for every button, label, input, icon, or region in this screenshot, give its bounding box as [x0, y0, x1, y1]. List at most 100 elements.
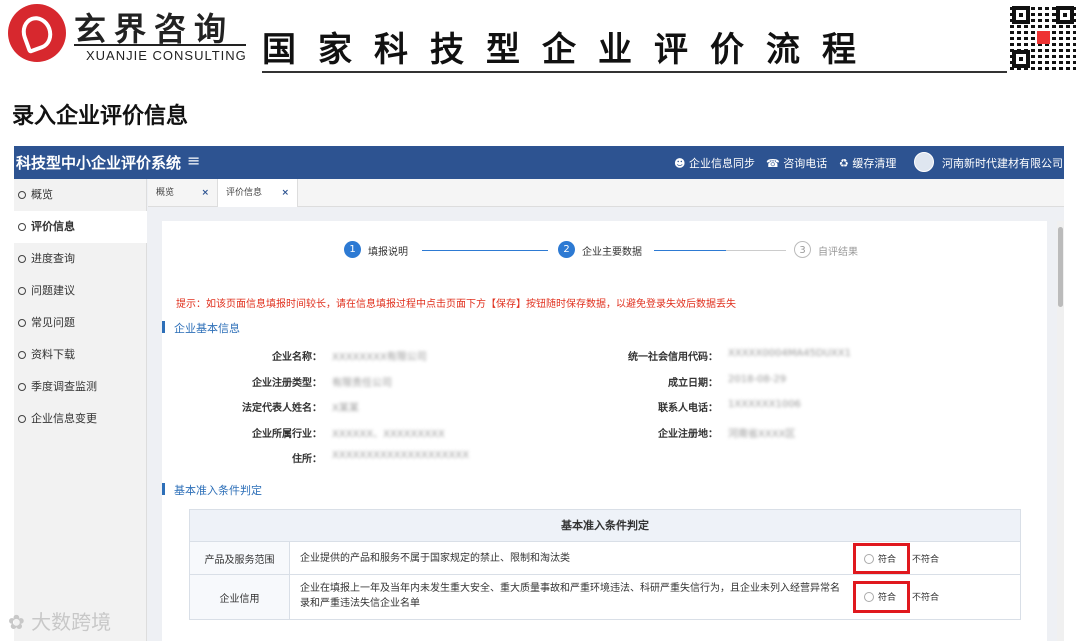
field-value: 有限责任公司 [332, 378, 392, 389]
radio-label: 不符合 [912, 593, 940, 603]
field-value: XXXXXX、XXXXXXXXX [332, 429, 445, 440]
row-label: 产品及服务范围 [190, 542, 290, 574]
circle-icon [18, 287, 26, 295]
table-row: 企业信用 企业在填报上一年及当年内未发生重大安全、重大质量事故和严重环境违法、科… [190, 575, 1020, 619]
scrollbar-thumb[interactable] [1058, 227, 1063, 307]
banner: 玄界咨询 XUANJIE CONSULTING 国家科技型企业评价流程 [0, 0, 1080, 75]
scrollbar[interactable] [1057, 221, 1064, 641]
nav-sync-button[interactable]: ☻ 企业信息同步 [674, 155, 755, 171]
title-underline [262, 71, 1007, 73]
step-1-icon: 1 [344, 241, 361, 258]
field-value: 1XXXXXX1006 [728, 399, 801, 410]
system-title: 科技型中小企业评价系统 [16, 154, 182, 172]
circle-icon [18, 351, 26, 359]
step-3-icon: 3 [794, 241, 811, 258]
nav-cache-label: 缓存清理 [852, 157, 897, 170]
circle-icon [18, 415, 26, 423]
brand-name-en: XUANJIE CONSULTING [86, 48, 247, 63]
step-2-label: 企业主要数据 [582, 247, 642, 258]
step-connector [422, 250, 548, 251]
top-navbar: 科技型中小企业评价系统 ≡ ☻ 企业信息同步 ☎ 咨询电话 ♻ 缓存清理 河南新… [14, 146, 1064, 179]
field-value: XXXXXXXXXXXXXXXXXXXX [332, 450, 470, 461]
field-label: 成立日期： [668, 378, 718, 389]
criteria-table: 基本准入条件判定 产品及服务范围 企业提供的产品和服务不属于国家规定的禁止、限制… [189, 509, 1021, 620]
sidebar-item-progress[interactable]: 进度查询 [14, 243, 147, 275]
field-label: 企业名称： [272, 352, 322, 363]
brand-divider [74, 44, 246, 46]
app-window: 科技型中小企业评价系统 ≡ ☻ 企业信息同步 ☎ 咨询电话 ♻ 缓存清理 河南新… [14, 146, 1064, 641]
sidebar-item-label: 常见问题 [31, 316, 75, 329]
sidebar-item-label: 资料下载 [31, 348, 75, 361]
field-label: 联系人电话： [658, 403, 718, 414]
field-value: XXXXXXXX有限公司 [332, 352, 427, 363]
field-value: X某某 [332, 403, 359, 414]
field-label: 企业注册类型： [252, 378, 322, 389]
menu-toggle-icon[interactable]: ≡ [187, 151, 200, 170]
watermark-text: 大数跨境 [31, 610, 112, 634]
field-label: 企业注册地： [658, 429, 718, 440]
circle-icon [18, 255, 26, 263]
page-title: 国家科技型企业评价流程 [262, 30, 878, 70]
step-1-label: 填报说明 [368, 247, 408, 258]
circle-icon [18, 383, 26, 391]
row-text: 企业提供的产品和服务不属于国家规定的禁止、限制和淘汰类 [300, 553, 570, 564]
field-label: 企业所属行业： [252, 429, 322, 440]
radio-label: 不符合 [912, 555, 940, 565]
sidebar: 概览 评价信息 进度查询 问题建议 常见问题 资料下载 季度调查监测 企业信息变… [14, 179, 147, 641]
circle-icon [18, 191, 26, 199]
tab-label: 评价信息 [226, 188, 263, 198]
radio-no[interactable]: 不符合 [912, 552, 939, 565]
circle-icon [18, 319, 26, 327]
watermark: ✿ 大数跨境 [8, 610, 112, 634]
field-label: 住所： [292, 454, 322, 465]
tab-overview[interactable]: 概览 × [148, 179, 218, 207]
avatar[interactable] [914, 152, 934, 172]
main-content: 1 填报说明 2 企业主要数据 3 自评结果 提示：如该页面信息填报时间较长，请… [162, 221, 1047, 641]
criteria-heading: 基本准入条件判定 [162, 482, 262, 498]
close-icon[interactable]: × [281, 179, 289, 207]
sidebar-item-overview[interactable]: 概览 [14, 179, 147, 211]
sidebar-item-downloads[interactable]: 资料下载 [14, 339, 147, 371]
section-heading: 录入企业评价信息 [12, 104, 189, 129]
sidebar-item-label: 企业信息变更 [31, 412, 97, 425]
company-name[interactable]: 河南新时代建材有限公司 [942, 155, 1063, 171]
tab-label: 概览 [156, 188, 175, 198]
basic-info-heading: 企业基本信息 [162, 320, 240, 336]
circle-icon [18, 223, 26, 231]
sidebar-item-faq[interactable]: 常见问题 [14, 307, 147, 339]
tab-evaluation[interactable]: 评价信息 × [218, 179, 298, 207]
sidebar-item-label: 问题建议 [31, 284, 75, 297]
step-2-icon: 2 [558, 241, 575, 258]
close-icon[interactable]: × [201, 179, 209, 207]
nav-phone-button[interactable]: ☎ 咨询电话 [766, 155, 827, 171]
logo-icon [8, 4, 66, 62]
sidebar-item-label: 概览 [31, 188, 53, 201]
field-label: 法定代表人姓名： [242, 403, 322, 414]
sidebar-item-info-change[interactable]: 企业信息变更 [14, 403, 147, 435]
sidebar-item-feedback[interactable]: 问题建议 [14, 275, 147, 307]
save-hint: 提示：如该页面信息填报时间较长，请在信息填报过程中点击页面下方【保存】按钮随时保… [176, 299, 736, 310]
nav-phone-label: 咨询电话 [783, 157, 828, 170]
qr-code-icon [1010, 4, 1076, 70]
sidebar-item-label: 评价信息 [31, 220, 75, 233]
sidebar-item-survey[interactable]: 季度调查监测 [14, 371, 147, 403]
nav-cache-button[interactable]: ♻ 缓存清理 [839, 155, 896, 171]
sidebar-item-label: 进度查询 [31, 252, 75, 265]
sidebar-item-evaluation[interactable]: 评价信息 [14, 211, 147, 243]
row-label: 企业信用 [190, 575, 290, 619]
sidebar-item-label: 季度调查监测 [31, 380, 97, 393]
field-value: XXXXX0004MA45DUXX1 [728, 348, 851, 359]
field-label: 统一社会信用代码： [628, 352, 718, 363]
field-value: 2018-08-29 [728, 374, 787, 385]
nav-sync-label: 企业信息同步 [688, 157, 755, 170]
tab-bar: 概览 × 评价信息 × [148, 179, 1064, 207]
table-header: 基本准入条件判定 [190, 510, 1020, 542]
field-value: 河南省XXXX区 [728, 429, 796, 440]
highlight-box [853, 543, 910, 574]
step-connector [726, 250, 786, 251]
row-text: 企业在填报上一年及当年内未发生重大安全、重大质量事故和严重环境违法、科研严重失信… [300, 583, 840, 609]
table-row: 产品及服务范围 企业提供的产品和服务不属于国家规定的禁止、限制和淘汰类 符合 不… [190, 542, 1020, 575]
step-3-label: 自评结果 [818, 247, 858, 258]
radio-no[interactable]: 不符合 [912, 590, 939, 603]
highlight-box [853, 581, 910, 613]
